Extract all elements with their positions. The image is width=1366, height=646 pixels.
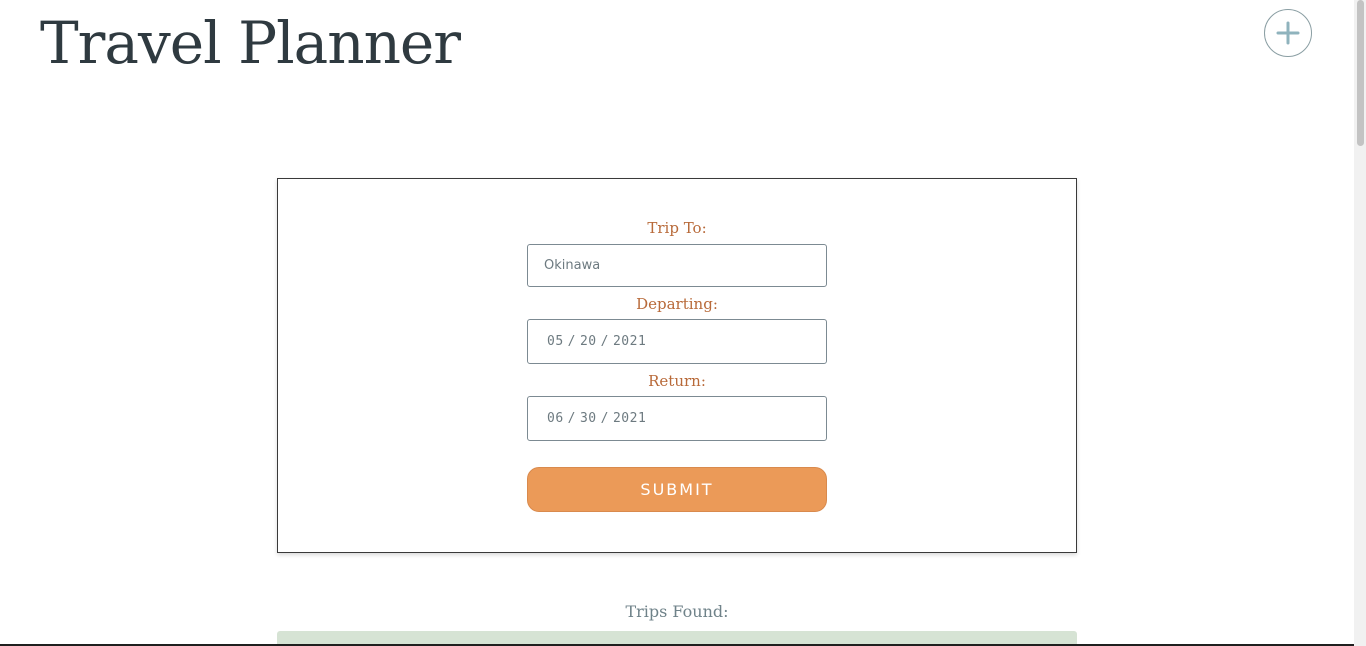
return-month[interactable]: 06: [547, 411, 564, 426]
return-date-input[interactable]: 06 / 30 / 2021: [527, 396, 827, 441]
return-label: Return:: [648, 372, 706, 390]
return-year[interactable]: 2021: [613, 411, 646, 426]
date-separator: /: [600, 334, 609, 349]
date-separator: /: [567, 334, 576, 349]
vertical-scrollbar[interactable]: [1354, 0, 1366, 646]
submit-button[interactable]: SUBMIT: [527, 467, 827, 512]
plus-icon: [1276, 21, 1300, 45]
departing-date-input[interactable]: 05 / 20 / 2021: [527, 319, 827, 364]
departing-year[interactable]: 2021: [613, 334, 646, 349]
page-title: Travel Planner: [40, 9, 461, 77]
departing-month[interactable]: 05: [547, 334, 564, 349]
trip-to-label: Trip To:: [647, 219, 707, 237]
date-separator: /: [600, 411, 609, 426]
add-trip-button[interactable]: [1264, 9, 1312, 57]
trip-to-input[interactable]: [527, 244, 827, 287]
departing-day[interactable]: 20: [580, 334, 597, 349]
trips-found-heading: Trips Found:: [625, 602, 729, 621]
departing-label: Departing:: [636, 295, 718, 313]
return-day[interactable]: 30: [580, 411, 597, 426]
scrollbar-thumb[interactable]: [1357, 0, 1364, 146]
page: Travel Planner Trip To: Departing: 05 / …: [0, 0, 1366, 646]
date-separator: /: [567, 411, 576, 426]
trip-form: Trip To: Departing: 05 / 20 / 2021 Retur…: [277, 178, 1077, 553]
